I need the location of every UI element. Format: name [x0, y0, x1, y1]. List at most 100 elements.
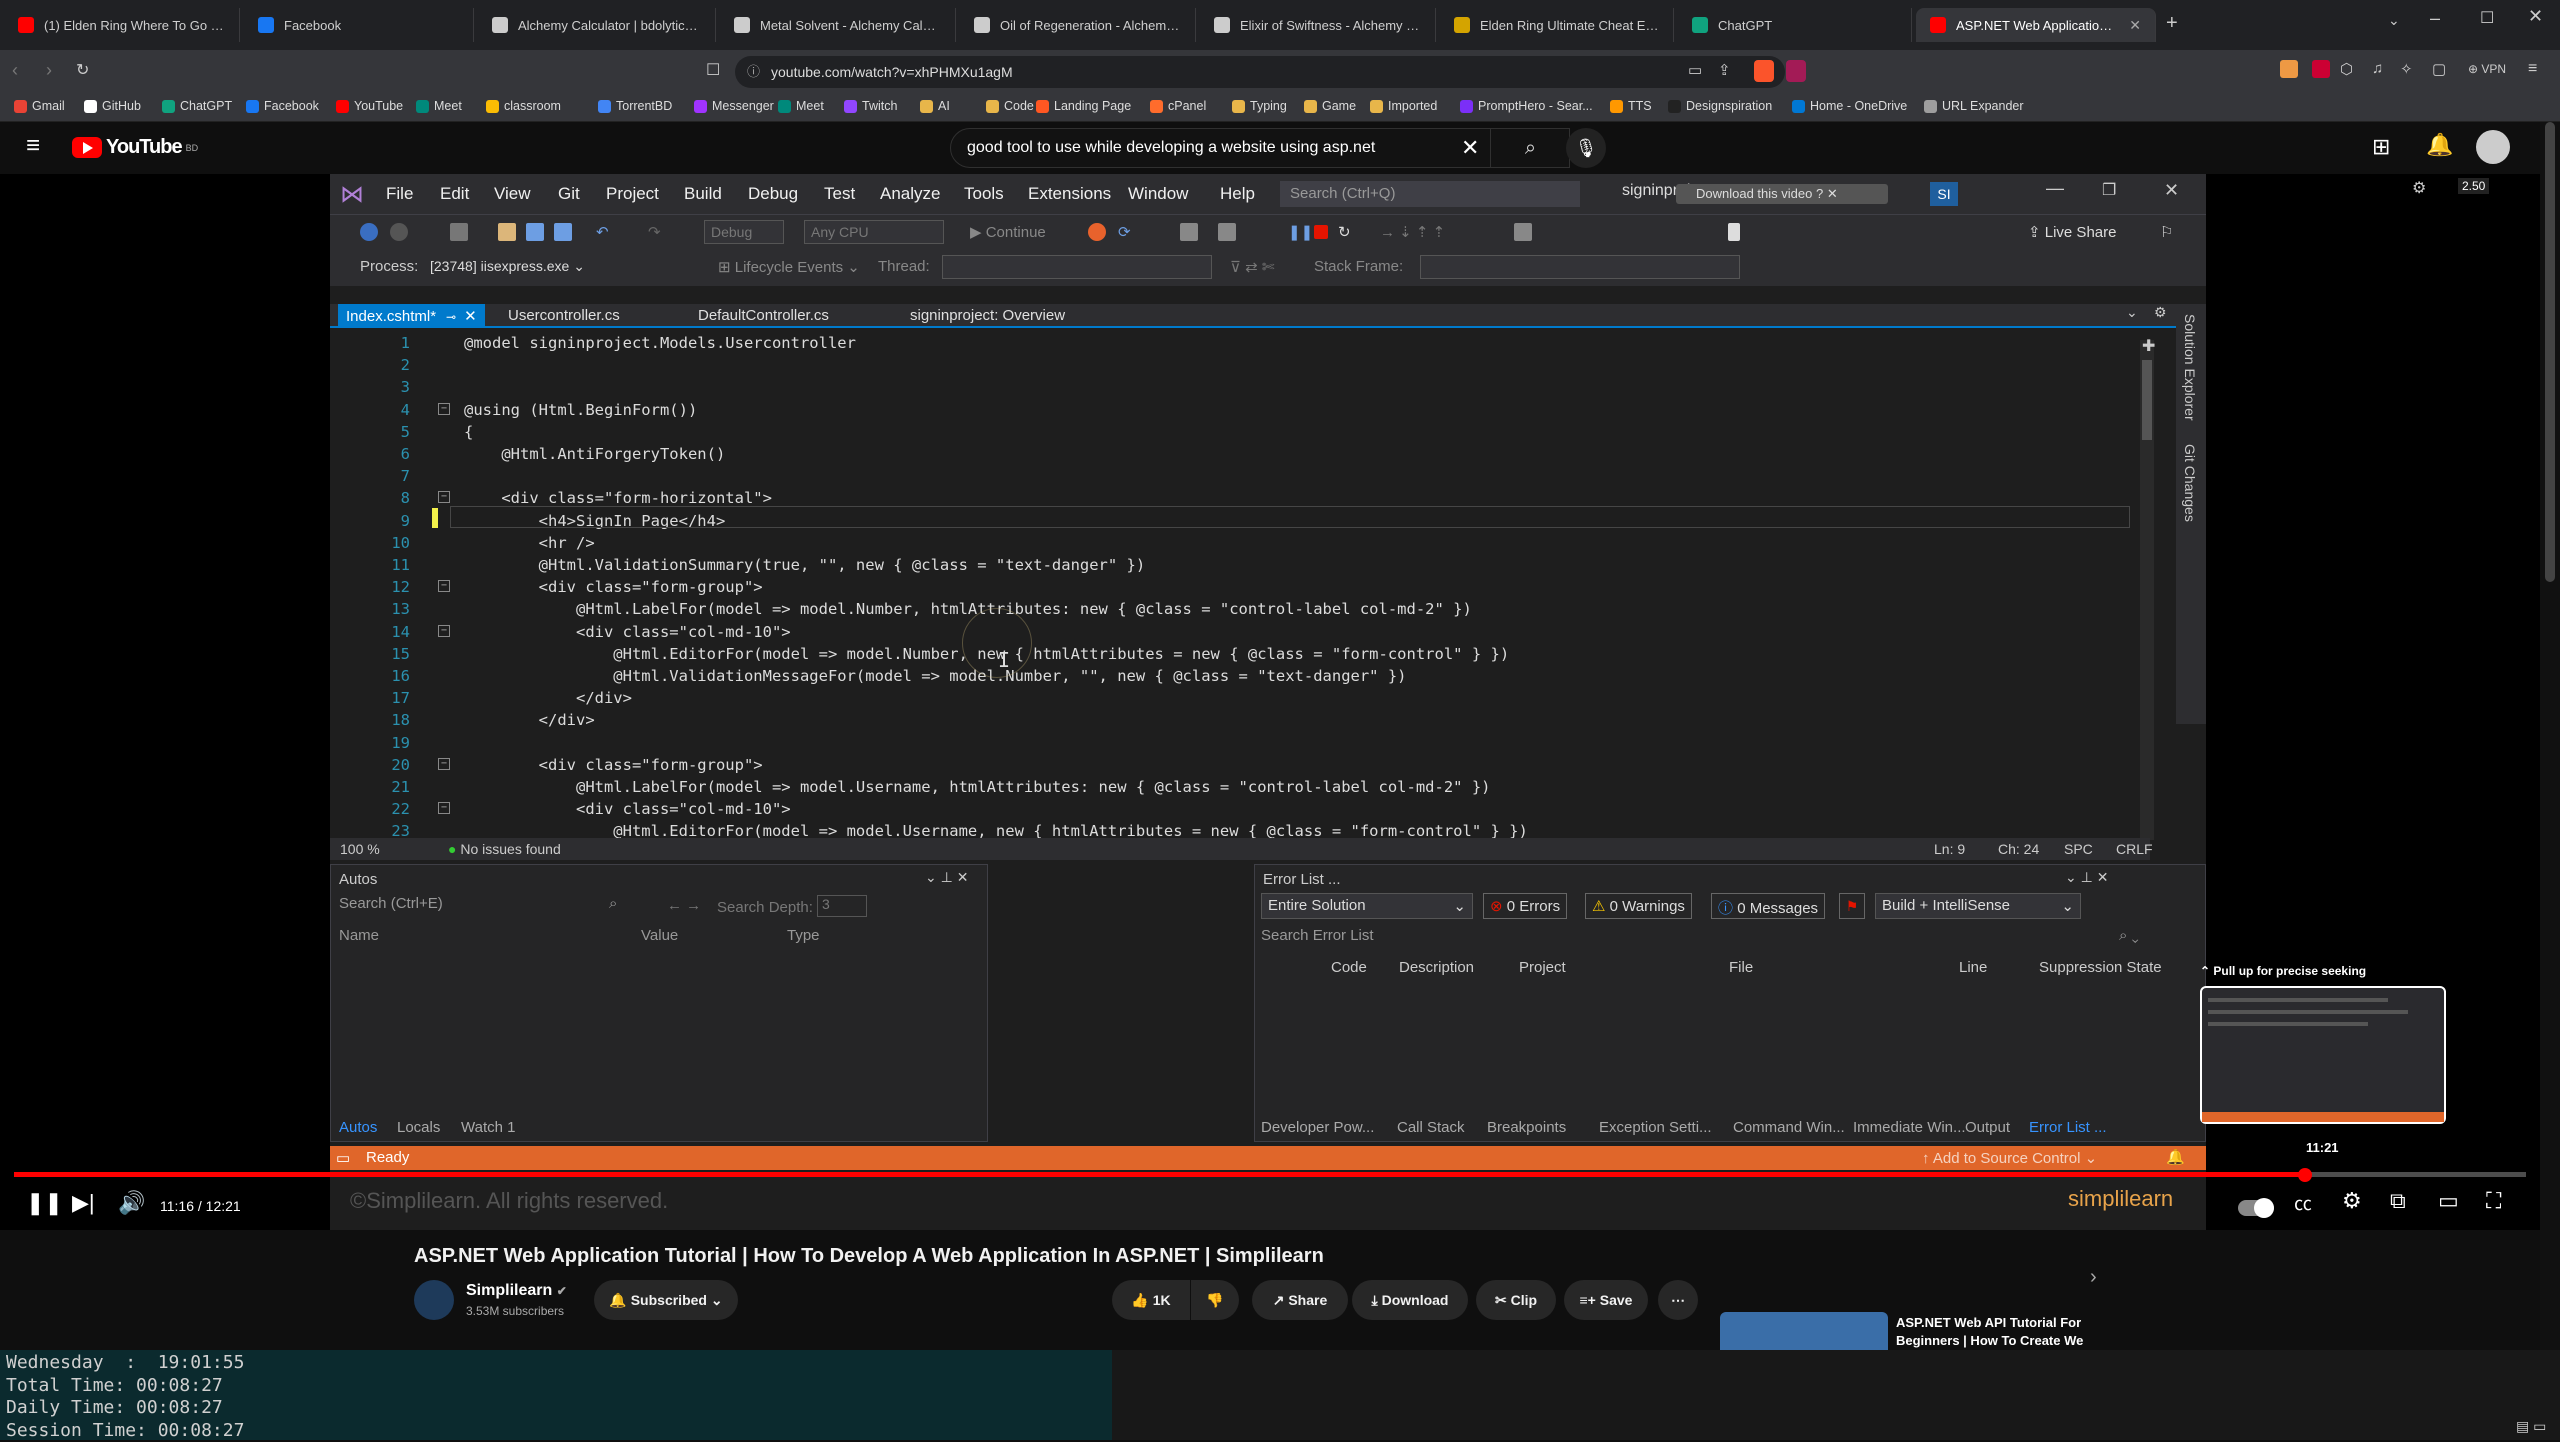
bookmark-item[interactable]: AI [920, 99, 950, 113]
indent-mode[interactable]: SPC [2064, 841, 2093, 857]
vs-menu-item[interactable]: Edit [440, 184, 469, 204]
bookmark-item[interactable]: Facebook [246, 99, 319, 113]
autoplay-toggle[interactable] [2238, 1200, 2274, 1216]
vs-menu-item[interactable]: View [494, 184, 531, 204]
scrubber-handle[interactable] [2298, 1168, 2312, 1182]
build-filter-select[interactable]: Build + IntelliSense⌄ [1875, 893, 2081, 919]
tab-close-icon[interactable]: ✕ [2129, 17, 2141, 34]
avatar[interactable] [2476, 130, 2510, 164]
new-tab-button[interactable]: + [2166, 12, 2178, 35]
chip-next-icon[interactable]: › [2090, 1266, 2097, 1289]
browser-tab[interactable]: ChatGPT [1678, 8, 1912, 42]
error-column-header[interactable]: Code [1331, 959, 1367, 976]
vs-menu-item[interactable]: Build [684, 184, 722, 204]
thread-select[interactable] [942, 255, 1212, 279]
player-settings-gear-icon[interactable]: ⚙ [2412, 178, 2426, 198]
process-select[interactable]: [23748] iisexpress.exe ⌄ [424, 255, 694, 279]
minimize-window-button[interactable]: – [2430, 8, 2440, 29]
bookmark-item[interactable]: classroom [486, 99, 561, 113]
extensions-icon[interactable] [2280, 60, 2298, 78]
autos-bottom-tab[interactable]: Autos [339, 1119, 377, 1136]
scope-select[interactable]: Entire Solution⌄ [1261, 893, 1473, 919]
warnings-filter-button[interactable]: ⚠ 0 Warnings [1585, 893, 1692, 919]
open-file-icon[interactable] [498, 223, 516, 241]
bookmark-page-icon[interactable]: ☐ [706, 60, 720, 80]
document-tab[interactable]: DefaultController.cs [698, 307, 829, 324]
browser-tab[interactable]: (1) Elden Ring Where To Go First | El [4, 8, 240, 42]
bookmark-item[interactable]: YouTube [336, 99, 403, 113]
forward-nav-icon[interactable] [390, 223, 408, 241]
vs-menu-item[interactable]: Window [1128, 184, 1188, 204]
vs-menu-item[interactable]: Help [1220, 184, 1255, 204]
stop-icon[interactable] [1314, 225, 1328, 239]
autos-nav-icons[interactable]: ← → [667, 897, 701, 914]
brave-shields-icon[interactable] [1754, 60, 1774, 82]
side-tool-tab[interactable]: Solution Explorer [2182, 314, 2198, 421]
back-icon[interactable]: ‹ [12, 60, 18, 81]
document-tab[interactable]: signinproject: Overview [910, 307, 1065, 324]
channel-avatar[interactable] [414, 1280, 454, 1320]
code-line[interactable]: <div class="form-horizontal"> [464, 489, 772, 507]
volume-icon[interactable]: 🔊 [118, 1190, 145, 1216]
bookmark-item[interactable]: TorrentBD [598, 99, 672, 113]
fold-toggle-icon[interactable]: − [438, 491, 450, 503]
youtube-logo[interactable]: YouTube BD [72, 136, 198, 159]
vs-menu-item[interactable]: Analyze [880, 184, 940, 204]
download-video-overlay[interactable]: Download this video ? ✕ [1676, 184, 1888, 204]
dislike-button[interactable]: 👎 [1191, 1280, 1239, 1320]
autos-search-input[interactable]: Search (Ctrl+E) ⌕ [339, 895, 639, 917]
share-button[interactable]: ↗ Share [1252, 1280, 1348, 1320]
bookmark-item[interactable]: TTS [1610, 99, 1652, 113]
clip-button[interactable]: ✂ Clip [1476, 1280, 1556, 1320]
zoom-select[interactable]: 100 % [340, 841, 380, 857]
refresh-icon[interactable]: ⟳ [1118, 223, 1131, 241]
subscribed-button[interactable]: 🔔 Subscribed ⌄ [594, 1280, 738, 1320]
autos-bottom-tab[interactable]: Locals [397, 1119, 440, 1136]
brave-rewards-icon[interactable] [1786, 60, 1806, 82]
back-nav-icon[interactable] [360, 223, 378, 241]
hot-reload-icon[interactable] [1088, 223, 1106, 241]
tab-settings-icon[interactable]: ⚙ [2154, 304, 2167, 321]
bookmark-item[interactable]: Landing Page [1036, 99, 1131, 113]
vs-user-badge[interactable]: SI [1930, 182, 1958, 206]
live-share-button[interactable]: ⇪ Live Share [2028, 223, 2116, 241]
wallet-icon[interactable]: ⬡ [2340, 60, 2353, 78]
undo-icon[interactable]: ↶ [596, 223, 609, 241]
error-bottom-tab[interactable]: Exception Setti... [1599, 1119, 1712, 1136]
browser-tab[interactable]: Metal Solvent - Alchemy Calculator [720, 8, 956, 42]
maximize-window-button[interactable]: ☐ [2480, 8, 2494, 28]
stack-frame-select[interactable] [1420, 255, 1740, 279]
error-bottom-tab[interactable]: Breakpoints [1487, 1119, 1566, 1136]
bookmark-item[interactable]: URL Expander [1924, 99, 2024, 113]
errors-filter-button[interactable]: ⊗ 0 Errors [1483, 893, 1567, 919]
document-tab[interactable]: Index.cshtml*⊸✕ [338, 304, 485, 326]
miniplayer-icon[interactable]: ⧉ [2390, 1188, 2406, 1214]
messages-filter-button[interactable]: ⓘ 0 Messages [1711, 893, 1825, 919]
vs-menu-item[interactable]: Extensions [1028, 184, 1111, 204]
autos-column-header[interactable]: Type [787, 927, 820, 944]
line-ending[interactable]: CRLF [2116, 841, 2153, 857]
add-source-control-button[interactable]: ↑ Add to Source Control ⌄ [1922, 1149, 2097, 1167]
share-page-icon[interactable]: ⇪ [1718, 61, 1731, 79]
fold-toggle-icon[interactable]: − [438, 580, 450, 592]
pause-icon[interactable]: ❚❚ [1288, 223, 1313, 241]
next-button[interactable]: ▶| [72, 1190, 95, 1216]
close-tab-icon[interactable]: ✕ [464, 308, 477, 325]
install-app-icon[interactable]: ▭ [1688, 61, 1702, 79]
vs-minimize-icon[interactable]: — [2046, 178, 2064, 199]
bookmark-item[interactable]: Designspiration [1668, 99, 1772, 113]
bookmark-item[interactable]: Messenger [694, 99, 774, 113]
create-icon[interactable]: ⊞ [2372, 134, 2390, 160]
code-line[interactable]: @using (Html.BeginForm()) [464, 401, 697, 419]
code-line[interactable]: @Html.LabelFor(model => model.Username, … [464, 778, 1491, 796]
code-line[interactable]: @Html.ValidationSummary(true, "", new { … [464, 556, 1145, 574]
fold-toggle-icon[interactable]: − [438, 758, 450, 770]
code-line[interactable]: @Html.LabelFor(model => model.Number, ht… [464, 600, 1472, 618]
bookmark-item[interactable]: Imported [1370, 99, 1437, 113]
vs-menu-item[interactable]: File [386, 184, 413, 204]
vs-menu-item[interactable]: Project [606, 184, 659, 204]
fold-toggle-icon[interactable]: − [438, 802, 450, 814]
step-icons[interactable]: → ⇣ ⇡ ⇡ [1380, 223, 1445, 241]
browser-tab[interactable]: Alchemy Calculator | bdolytics - The [478, 8, 716, 42]
more-actions-button[interactable]: ⋯ [1658, 1280, 1698, 1320]
